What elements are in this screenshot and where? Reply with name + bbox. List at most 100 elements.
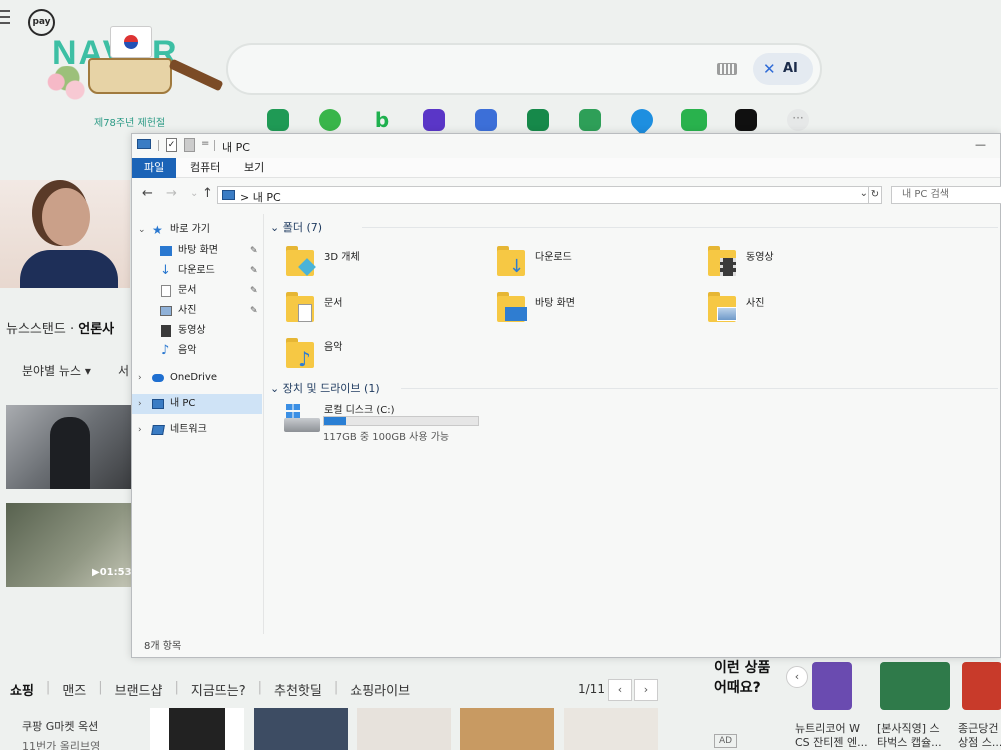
title-bar[interactable]: ✓ = 내 PC — xyxy=(132,134,1000,158)
minimize-button[interactable]: — xyxy=(975,138,986,151)
breadcrumb[interactable]: > 내 PC xyxy=(240,189,281,205)
product-caption[interactable]: 뉴트리코어 W CS 잔티젠 엔... xyxy=(795,722,868,750)
nav-onedrive[interactable]: › OneDrive xyxy=(132,368,262,388)
nav-quick-access[interactable]: ⌄ ★ 바로 가기 xyxy=(132,220,262,240)
tab-shoplive[interactable]: 쇼핑라이브 xyxy=(350,680,410,699)
realestate-icon[interactable] xyxy=(564,105,616,135)
pin-icon[interactable]: ✎ xyxy=(250,261,258,281)
tab-view[interactable]: 보기 xyxy=(232,158,276,178)
tab-trending[interactable]: 지금뜨는? xyxy=(191,680,246,699)
mail-icon[interactable] xyxy=(252,105,304,135)
newsstand-title[interactable]: 뉴스스탠드 · 언론사 xyxy=(6,318,114,337)
search-input[interactable]: 내 PC 검색 xyxy=(891,186,1001,204)
devices-header-label: 장치 및 드라이브 (1) xyxy=(282,382,380,395)
product-image[interactable] xyxy=(880,662,950,710)
forward-button[interactable]: → xyxy=(166,186,177,201)
nav-desktop[interactable]: 바탕 화면 ✎ xyxy=(132,241,262,261)
chevron-right-icon[interactable]: › xyxy=(138,368,142,388)
news-category-dropdown[interactable]: 분야별 뉴스 ▾ xyxy=(22,362,91,379)
chevron-right-icon[interactable]: › xyxy=(138,420,142,440)
nav-network[interactable]: › 네트워크 xyxy=(132,420,262,440)
cafe-icon[interactable] xyxy=(304,105,356,135)
webtoon-icon[interactable] xyxy=(668,105,720,135)
folders-header-label: 폴더 (7) xyxy=(282,221,323,234)
nav-downloads[interactable]: ↓ 다운로드 ✎ xyxy=(132,261,262,281)
product-caption[interactable]: [본사직영] 스 타벅스 캡슐... xyxy=(877,722,942,750)
search-input[interactable]: AI xyxy=(226,43,822,95)
folders-group-header[interactable]: ⌄ 폴더 (7) xyxy=(270,219,322,235)
tab-hotdeal[interactable]: 추천핫딜 xyxy=(274,680,322,699)
product-image[interactable] xyxy=(460,708,554,750)
ai-button[interactable]: AI xyxy=(753,53,813,85)
product-image[interactable] xyxy=(150,708,244,750)
quick-access-toolbar-dropdown[interactable]: = xyxy=(201,138,209,149)
news-anchor-image[interactable] xyxy=(0,180,130,288)
product-image[interactable] xyxy=(357,708,451,750)
nav-pictures[interactable]: 사진 ✎ xyxy=(132,301,262,321)
tab-computer[interactable]: 컴퓨터 xyxy=(178,158,232,178)
more-icon[interactable]: ··· xyxy=(772,105,824,135)
nav-this-pc[interactable]: › 내 PC xyxy=(132,394,262,414)
nav-label: 동영상 xyxy=(178,325,206,336)
folder-icon xyxy=(708,244,740,276)
pin-icon[interactable]: ✎ xyxy=(250,281,258,301)
blog-icon[interactable]: b xyxy=(356,105,408,135)
shopping-mall-links[interactable]: 쿠팡 G마켓 옥션 xyxy=(22,718,98,734)
product-image[interactable] xyxy=(812,662,852,710)
chzzk-icon[interactable] xyxy=(720,105,772,135)
refresh-button[interactable]: ↻ xyxy=(868,186,882,204)
window-title: 내 PC xyxy=(222,141,250,154)
tab-brandshop[interactable]: 브랜드샵 xyxy=(115,680,163,699)
shopping-icon[interactable] xyxy=(408,105,460,135)
news-category-next[interactable]: 서 xyxy=(118,362,129,379)
hamburger-menu-icon[interactable] xyxy=(0,10,10,24)
back-button[interactable]: ← xyxy=(142,186,153,201)
pager-prev-button[interactable]: ‹ xyxy=(608,679,632,701)
chevron-down-icon[interactable]: ⌄ xyxy=(138,220,146,240)
korean-flag-icon xyxy=(110,26,152,58)
nav-label: OneDrive xyxy=(170,372,218,383)
cloud-icon xyxy=(152,374,164,382)
chevron-down-icon[interactable]: ⌄ xyxy=(270,382,279,395)
map-icon[interactable] xyxy=(616,104,668,136)
shopping-mall-links-2[interactable]: 11번가 올리브영 xyxy=(22,738,100,750)
address-dropdown-icon[interactable]: ⌄ xyxy=(860,188,868,199)
devices-group-header[interactable]: ⌄ 장치 및 드라이브 (1) xyxy=(270,380,380,396)
pay-icon[interactable] xyxy=(460,105,512,135)
nav-label: 바로 가기 xyxy=(170,224,210,235)
properties-icon[interactable]: ✓ xyxy=(166,138,177,152)
chevron-down-icon[interactable]: ⌄ xyxy=(270,221,279,234)
new-folder-icon[interactable] xyxy=(184,138,195,152)
product-image[interactable] xyxy=(564,708,658,750)
tab-file[interactable]: 파일 xyxy=(132,158,177,178)
product-image[interactable] xyxy=(962,662,1001,710)
pager-next-button[interactable]: › xyxy=(634,679,658,701)
document-icon xyxy=(161,285,171,297)
product-caption[interactable]: 종근당건 상점 스... xyxy=(958,722,1001,750)
up-button[interactable]: ↑ xyxy=(202,186,213,201)
nav-documents[interactable]: 문서 ✎ xyxy=(132,281,262,301)
breadcrumb-this-pc[interactable]: 내 PC xyxy=(253,191,281,204)
recent-locations-dropdown[interactable]: ⌄ xyxy=(190,188,198,199)
pin-icon[interactable]: ✎ xyxy=(250,301,258,321)
tab-shopping[interactable]: 쇼핑 xyxy=(10,680,34,699)
pin-icon[interactable]: ✎ xyxy=(250,241,258,261)
product-image[interactable] xyxy=(254,708,348,750)
nav-music[interactable]: ♪ 음악 xyxy=(132,341,262,361)
stock-icon[interactable] xyxy=(512,105,564,135)
nav-videos[interactable]: 동영상 xyxy=(132,321,262,341)
video-thumbnail[interactable]: ▶01:53 xyxy=(6,503,132,587)
chevron-right-icon[interactable]: › xyxy=(138,394,142,414)
music-note-icon: ♪ xyxy=(161,343,170,358)
video-duration: ▶01:53 xyxy=(92,567,132,578)
news-thumbnail[interactable] xyxy=(6,405,131,489)
picture-icon xyxy=(717,307,737,321)
keyboard-icon[interactable] xyxy=(717,63,737,75)
recommend-prev-button[interactable]: ‹ xyxy=(786,666,808,688)
tab-mens[interactable]: 맨즈 xyxy=(62,680,86,699)
address-bar[interactable]: > 내 PC ⌄ xyxy=(217,186,872,204)
breadcrumb-separator: > xyxy=(240,191,250,204)
nav-label: 문서 xyxy=(178,285,197,296)
newsstand-separator: · xyxy=(69,322,75,337)
pay-badge[interactable]: pay xyxy=(28,9,55,36)
